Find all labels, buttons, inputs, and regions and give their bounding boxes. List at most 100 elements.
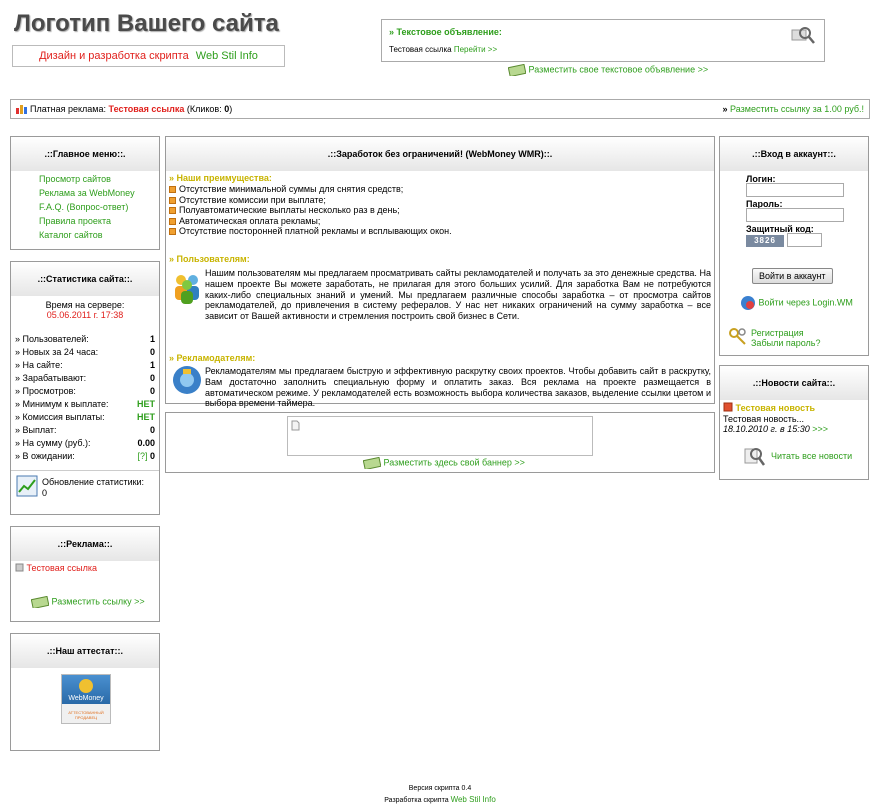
ads-place-link[interactable]: Разместить ссылку >>: [52, 596, 145, 606]
paid-ad-bar: Платная реклама: Тестовая ссылка (Кликов…: [10, 99, 870, 119]
stats-list: » Пользователей: 1 » Новых за 24 часа: 0 »…: [11, 333, 159, 463]
register-link[interactable]: Регистрация: [751, 328, 804, 338]
ads-place-row[interactable]: Разместить ссылку >>: [30, 595, 145, 610]
webmoney-logo-icon: [79, 679, 93, 693]
news-item-title[interactable]: Тестовая новость: [736, 403, 816, 413]
footer-version: Версия скрипта 0.4: [408, 785, 472, 792]
stat-label: » Пользователей:: [15, 334, 89, 344]
password-input[interactable]: [746, 208, 844, 222]
news-item-more-link[interactable]: >>>: [812, 424, 828, 434]
news-item-title-row[interactable]: Тестовая новость: [723, 402, 815, 413]
subtitle-red: Дизайн и разработка скрипта: [39, 50, 189, 62]
menu-item-catalog[interactable]: Каталог сайтов: [39, 230, 159, 240]
banner-place-link[interactable]: Разместить здесь свой баннер >>: [384, 457, 525, 467]
ads-link-row[interactable]: Тестовая ссылка: [15, 563, 97, 573]
paid-ad-clicks-post: ): [229, 104, 233, 114]
stat-label: » Новых за 24 часа:: [15, 347, 99, 357]
paid-ad-line: Платная реклама: Тестовая ссылка (Кликов…: [30, 100, 232, 118]
banner-place-row[interactable]: Разместить здесь свой баннер >>: [362, 456, 525, 471]
broken-image-icon: [291, 420, 300, 431]
login-submit-button[interactable]: Войти в аккаунт: [752, 268, 833, 284]
stat-value: 0: [149, 373, 155, 383]
place-text-ad[interactable]: Разместить свое текстовое объявление >>: [507, 63, 709, 78]
banner-placeholder[interactable]: [287, 416, 593, 456]
magnifier-icon: [791, 27, 815, 44]
login-title: .::Вход в аккаунт::.: [720, 137, 868, 171]
center-title: .::Заработок без ограничений! (WebMoney …: [166, 137, 714, 171]
ads-panel: .::Реклама::. Тестовая ссылка Разместить…: [10, 526, 160, 622]
news-panel: .::Новости сайта::. Тестовая новость Тес…: [719, 365, 869, 480]
center-panel: .::Заработок без ограничений! (WebMoney …: [165, 136, 715, 408]
advantage-text: Отсутствие комиссии при выплате;: [179, 194, 326, 205]
login-wm-row[interactable]: Войти через Login.WM: [740, 295, 853, 311]
captcha-image: 3826: [746, 235, 784, 247]
logo-text: Логотип Вашего сайта: [14, 10, 279, 37]
captcha-input[interactable]: [787, 233, 822, 247]
text-ad-text: Тестовая ссылка: [389, 45, 452, 54]
forgot-password-link[interactable]: Забыли пароль?: [751, 338, 820, 348]
main-menu-panel: .::Главное меню::. Просмотр сайтов Рекла…: [10, 136, 160, 250]
footer-dev-link[interactable]: Web Stil Info: [451, 795, 496, 804]
stat-label: » На сумму (руб.):: [15, 438, 91, 448]
advertisers-icon: [173, 366, 201, 394]
paid-ad-link[interactable]: Тестовая ссылка: [109, 104, 185, 114]
server-time-value: 05.06.2011 г. 17:38: [46, 310, 124, 320]
paid-ad-place-link[interactable]: Разместить ссылку за 1.00 руб.!: [730, 104, 864, 114]
subtitle-green-link[interactable]: Web Stil Info: [196, 50, 258, 62]
advertisers-title: » Рекламодателям:: [169, 353, 256, 363]
advantage-text: Отсутствие минимальной суммы для снятия …: [179, 184, 404, 194]
attest-panel: .::Наш аттестат::. WebMoney АТТЕСТОВАННЫ…: [10, 633, 160, 751]
login-input[interactable]: [746, 183, 844, 197]
news-book-icon: [723, 402, 733, 412]
text-ad-go-link[interactable]: Перейти >>: [454, 45, 497, 54]
logo-subtitle: Дизайн и разработка скрипта Web Stil Inf…: [12, 45, 285, 67]
stat-label: » Минимум к выплате:: [15, 399, 109, 409]
stats-panel: .::Статистика сайта::. Время на сервере:…: [10, 261, 160, 515]
attest-title: .::Наш аттестат::.: [11, 634, 159, 668]
main-menu-title: .::Главное меню::.: [11, 137, 159, 171]
menu-item-rules[interactable]: Правила проекта: [39, 216, 159, 226]
advantage-text: Полуавтоматические выплаты несколько раз…: [179, 205, 400, 215]
stat-value: 1: [149, 360, 155, 370]
bullet-icon: [169, 217, 176, 225]
stat-row: » На сумму (руб.): 0.00: [11, 437, 159, 450]
stat-label: » Комиссия выплаты:: [15, 412, 105, 422]
all-news-link[interactable]: Читать все новости: [771, 451, 852, 461]
pending-help-link[interactable]: [?]: [137, 451, 147, 461]
login-wm-link[interactable]: Войти через Login.WM: [759, 297, 853, 307]
news-item-date-row: 18.10.2010 г. в 15:30 >>>: [723, 424, 828, 434]
place-text-ad-link[interactable]: Разместить свое текстовое объявление >>: [529, 64, 709, 74]
menu-item-view-sites[interactable]: Просмотр сайтов: [39, 174, 159, 184]
stat-row: » Просмотров: 0: [11, 385, 159, 398]
advertisers-text: Рекламодателям мы предлагаем быструю и э…: [205, 366, 711, 409]
text-ad-box: » Текстовое объявление: Тестовая ссылка …: [381, 19, 825, 62]
menu-item-webmoney-ads[interactable]: Реклама за WebMoney: [39, 188, 159, 198]
advantage-text: Автоматическая оплата рекламы;: [179, 215, 321, 226]
advantage-item: Отсутствие минимальной суммы для снятия …: [169, 184, 452, 195]
ads-title: .::Реклама::.: [11, 527, 159, 561]
stat-row: » Комиссия выплаты: НЕТ: [11, 411, 159, 424]
site-logo[interactable]: Логотип Вашего сайта: [14, 10, 284, 44]
news-item-text: Тестовая новость...: [723, 414, 805, 424]
badge-top-text: WebMoney: [68, 695, 104, 702]
bullet-icon: [169, 196, 176, 204]
stat-value: 1: [149, 334, 155, 344]
stat-row: » Пользователей: 1: [11, 333, 159, 346]
users-text: Нашим пользователям мы предлагаем просма…: [205, 268, 711, 322]
stats-update-label: Обновление статистики:: [42, 477, 145, 487]
bullet-icon: [169, 186, 176, 193]
stat-label: » Выплат:: [15, 425, 57, 435]
stat-row: » В ожидании: [?] 0: [11, 450, 159, 463]
stat-row: » Выплат: 0: [11, 424, 159, 437]
bar-chart-icon: [16, 105, 27, 114]
ads-link[interactable]: Тестовая ссылка: [27, 563, 97, 573]
webmoney-badge[interactable]: WebMoney АТТЕСТОВАННЫЙ ПРОДАВЕЦ: [61, 674, 111, 724]
stat-value: 0: [149, 425, 155, 435]
footer-dev: Разработка скрипта Web Stil Info: [0, 795, 880, 804]
stat-row: » Новых за 24 часа: 0: [11, 346, 159, 359]
stat-value: 0: [149, 347, 155, 357]
stat-row: » Минимум к выплате: НЕТ: [11, 398, 159, 411]
menu-item-faq[interactable]: F.A.Q. (Вопрос-ответ): [39, 202, 159, 212]
login-panel: .::Вход в аккаунт::. Логин: Пароль: Защи…: [719, 136, 869, 356]
paid-ad-place[interactable]: » Разместить ссылку за 1.00 руб.!: [723, 100, 865, 118]
